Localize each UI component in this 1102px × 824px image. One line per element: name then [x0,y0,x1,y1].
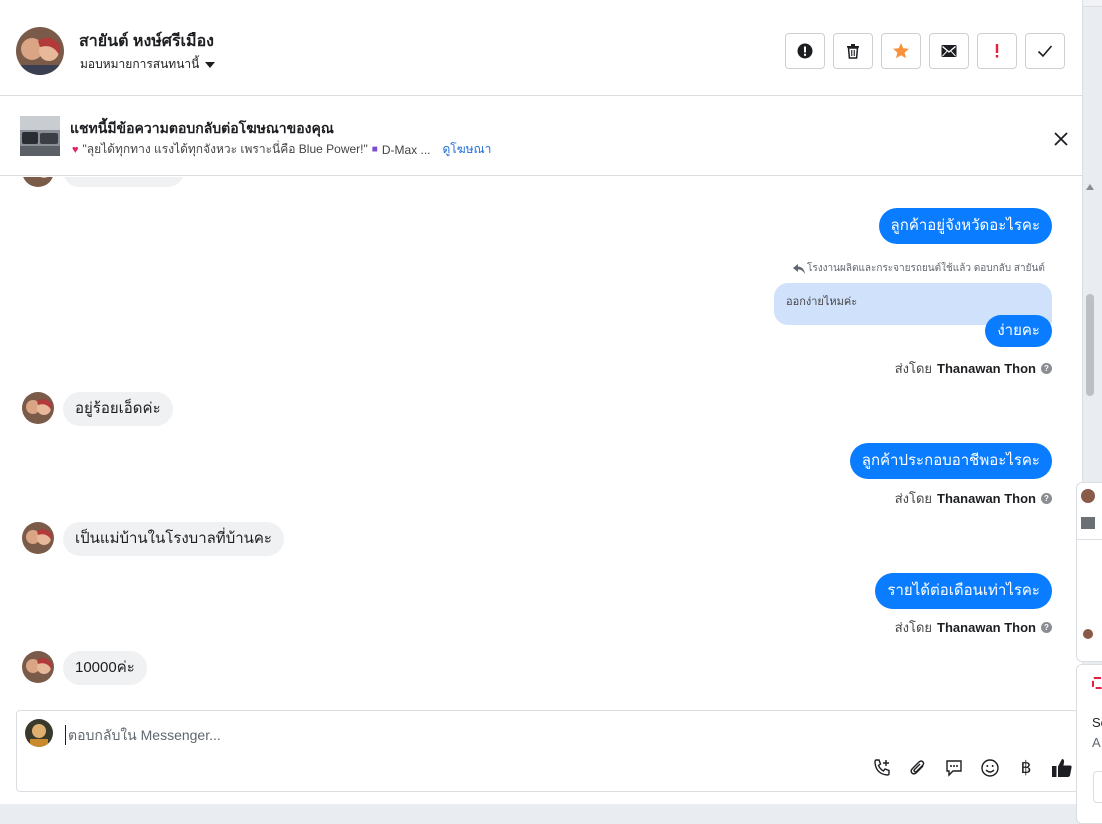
help-icon[interactable]: ? [1041,622,1052,633]
ad-reply-banner: แชทนี้มีข้อความตอบกลับต่อโฆษณาของคุณ ♥ "… [0,96,1083,176]
sent-by-prefix: ส่งโดย [894,361,933,376]
caret-down-icon [205,61,216,68]
assign-conversation-dropdown[interactable]: มอบหมายการสนทนานี้ [80,55,216,74]
incoming-message: เป็นแม่บ้านในโรงบาลที่บ้านคะ [63,522,284,556]
preview-avatar [1081,489,1095,503]
reply-arrow-icon [793,263,805,274]
reply-composer: ฿ [16,710,1078,792]
sent-by-name: Thanawan Thon [937,620,1036,635]
ad-snippet: "ลุยได้ทุกทาง แรงได้ทุกจังหวะ เพราะนี่คื… [82,142,368,156]
payment-baht-icon[interactable]: ฿ [1015,757,1037,779]
contact-avatar [22,177,54,187]
outgoing-message: รายได้ต่อเดือนเท่าไรคะ [875,573,1052,609]
sent-by-name: Thanawan Thon [937,361,1036,376]
outgoing-message: ลูกค้าประกอบอาชีพอะไรคะ [849,443,1052,479]
heart-icon: ♥ [72,143,79,156]
attachment-icon[interactable] [907,757,929,779]
delete-button[interactable] [833,33,873,69]
side-notification-card[interactable]: Sc A [1076,664,1102,824]
mark-important-button[interactable] [977,33,1017,69]
view-ad-link[interactable]: ดูโฆษณา [442,140,491,159]
help-icon[interactable]: ? [1041,363,1052,374]
outgoing-message: ลูกค้าอยู่จังหวัดอะไรคะ [878,208,1052,244]
scrollbar-thumb[interactable] [1086,294,1094,396]
sent-by-label: ส่งโดย Thanawan Thon ? [895,617,1052,638]
sent-by-name: Thanawan Thon [937,491,1036,506]
incoming-message: อยู่ร้อยเอ็ดค่ะ [63,392,173,426]
contact-avatar [22,651,54,683]
call-icon[interactable] [871,757,893,779]
mark-spam-button[interactable] [785,33,825,69]
help-icon[interactable]: ? [1041,493,1052,504]
notification-icon [1092,677,1102,689]
exclamation-circle-icon [797,43,813,59]
star-icon [893,43,909,59]
ad-snippet-line: ♥ "ลุยได้ทุกทาง แรงได้ทุกจังหวะ เพราะนี่… [72,140,491,159]
notification-text-1: Sc [1092,715,1102,730]
ad-snippet-tail: D-Max ... [381,142,431,157]
conversation-panel: สายันต์ หงษ์ศรีเมือง มอบหมายการสนทนานี้ [0,0,1083,804]
sent-by-label: ส่งโดย Thanawan Thon ? [895,488,1052,509]
assign-label: มอบหมายการสนทนานี้ [80,57,200,71]
envelope-icon [941,45,957,57]
saved-replies-icon[interactable] [943,757,965,779]
sent-by-prefix: ส่งโดย [894,491,933,506]
important-icon [995,44,999,58]
outgoing-message: ง่ายคะ [985,315,1052,347]
notification-input[interactable] [1093,771,1102,803]
preview-thumbnail [1081,517,1095,529]
incoming-message: ออกง่ายไหมคะ [63,177,185,187]
star-button[interactable] [881,33,921,69]
incoming-message: 10000ค่ะ [63,651,147,685]
mark-unread-button[interactable] [929,33,969,69]
car-icon: ■ [371,144,378,155]
message-list[interactable]: ออกง่ายไหมคะ ลูกค้าอยู่จังหวัดอะไรคะ โรง… [0,177,1083,707]
thumbs-up-icon[interactable] [1051,757,1073,779]
contact-avatar [22,392,54,424]
sent-by-label: ส่งโดย Thanawan Thon ? [895,358,1052,379]
reply-note-text: โรงงานผลิตและกระจายรถยนต์ใช้แล้ว ตอบกลับ… [807,263,1045,274]
ad-thumbnail[interactable] [20,116,60,156]
contact-avatar[interactable] [16,27,64,75]
trash-icon [847,44,859,59]
page-avatar [25,719,53,747]
ad-banner-title: แชทนี้มีข้อความตอบกลับต่อโฆษณาของคุณ [70,120,334,136]
mark-done-button[interactable] [1025,33,1065,69]
sent-by-prefix: ส่งโดย [894,620,933,635]
contact-avatar [22,522,54,554]
notification-text-2: A [1092,735,1101,750]
reply-note: โรงงานผลิตและกระจายรถยนต์ใช้แล้ว ตอบกลับ… [793,261,1045,276]
side-chat-preview[interactable] [1076,482,1102,662]
emoji-icon[interactable] [979,757,1001,779]
scroll-up-arrow-icon[interactable] [1086,184,1094,190]
preview-avatar-small [1083,629,1093,639]
message-input[interactable] [65,725,765,745]
conversation-header: สายันต์ หงษ์ศรีเมือง มอบหมายการสนทนานี้ [0,7,1083,96]
contact-name: สายันต์ หงษ์ศรีเมือง [79,33,214,50]
close-icon[interactable] [1052,130,1070,148]
checkmark-icon [1037,45,1053,58]
composer-tools: ฿ [871,757,1073,779]
header-actions [785,33,1065,69]
